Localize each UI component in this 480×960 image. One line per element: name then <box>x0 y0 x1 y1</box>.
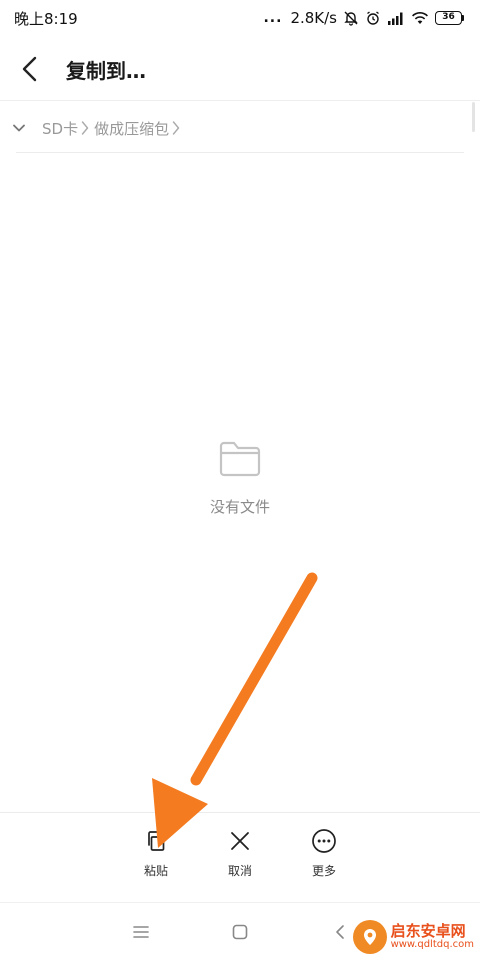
nav-back-button[interactable] <box>326 918 354 946</box>
nav-bar-divider <box>0 902 480 903</box>
back-button[interactable] <box>0 40 60 98</box>
status-more-dots: ... <box>263 10 283 26</box>
watermark-url: www.qdltdq.com <box>390 938 474 950</box>
empty-state: 没有文件 <box>0 440 480 517</box>
wifi-icon <box>411 11 429 25</box>
action-bar-divider <box>0 812 480 813</box>
battery-icon: 36 <box>435 11 464 25</box>
scrollbar-thumb[interactable] <box>472 102 475 132</box>
breadcrumb: SD卡 做成压缩包 <box>0 108 480 148</box>
more-button[interactable]: 更多 <box>294 826 354 882</box>
paste-label: 粘贴 <box>143 864 168 878</box>
status-bar: 晚上8:19 ... 2.8K/s 36 <box>0 0 480 36</box>
cancel-button[interactable]: 取消 <box>210 826 270 882</box>
header-divider <box>0 100 480 101</box>
watermark: 启东安卓网 www.qdltdq.com <box>352 920 474 954</box>
mute-bell-icon <box>343 10 359 26</box>
paste-button[interactable]: 粘贴 <box>126 826 186 882</box>
chevron-left-icon <box>22 56 37 82</box>
chevron-left-icon <box>336 925 344 939</box>
breadcrumb-item-sd-card[interactable]: SD卡 <box>42 118 78 139</box>
cancel-label: 取消 <box>227 864 252 878</box>
breadcrumb-divider <box>16 152 464 153</box>
alarm-icon <box>365 10 381 26</box>
breadcrumb-item-folder[interactable]: 做成压缩包 <box>94 118 169 139</box>
menu-icon <box>133 926 149 938</box>
status-time: 晚上8:19 <box>14 9 78 28</box>
nav-home-button[interactable] <box>226 918 254 946</box>
chevron-right-icon <box>80 120 90 136</box>
close-icon <box>231 832 249 850</box>
paste-icon <box>148 831 165 851</box>
nav-menu-button[interactable] <box>127 918 155 946</box>
watermark-logo-icon <box>352 920 387 954</box>
empty-state-text: 没有文件 <box>209 498 270 516</box>
signal-icon <box>387 11 405 25</box>
home-square-icon <box>232 924 248 940</box>
chevron-right-icon <box>171 120 181 136</box>
more-icon <box>312 829 336 853</box>
network-speed: 2.8K/s <box>290 9 337 27</box>
folder-icon <box>219 441 261 477</box>
chevron-down-icon <box>13 124 25 132</box>
breadcrumb-collapse-toggle[interactable] <box>10 119 28 137</box>
header: 复制到… <box>0 40 480 98</box>
page-title: 复制到… <box>66 58 146 83</box>
more-label: 更多 <box>311 864 336 878</box>
battery-level: 36 <box>435 11 462 25</box>
action-bar: 粘贴 取消 更多 <box>0 826 480 886</box>
watermark-text: 启东安卓网 <box>390 921 466 940</box>
